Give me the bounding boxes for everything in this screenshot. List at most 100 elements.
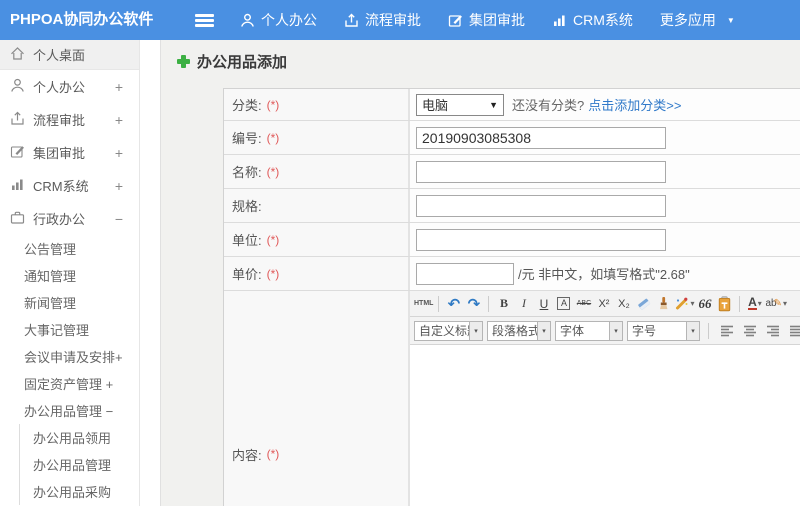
nav-item-crm[interactable]: CRM系统	[552, 10, 633, 30]
sidebar-item-crm[interactable]: CRM系统 +	[0, 169, 139, 202]
page-title: 办公用品添加	[177, 51, 287, 72]
sidebar-subitem-news[interactable]: 新闻管理	[0, 289, 139, 316]
paste-plain-text-button[interactable]	[715, 294, 734, 313]
edit-icon	[448, 13, 463, 28]
collapse-minus-icon[interactable]: −	[115, 211, 123, 227]
export-icon	[10, 111, 25, 129]
editor-content-area[interactable]	[410, 345, 800, 506]
html-source-button[interactable]: HTML	[414, 294, 433, 313]
sidebar-item-admin-office[interactable]: 行政办公 −	[0, 202, 139, 235]
nav-item-more-apps[interactable]: 更多应用 ▼	[660, 10, 735, 30]
content-label: 内容:	[232, 447, 262, 463]
align-right-button[interactable]	[763, 321, 782, 340]
strikethrough-button[interactable]: ABC	[574, 294, 593, 313]
rich-text-editor: HTML ↶ ↷ B I U A ABC X² X₂ ▾ 66 A ▾ ab ✎…	[410, 291, 800, 506]
sidebar-subitem-supplies-purchase[interactable]: 办公用品采购	[20, 478, 139, 505]
auto-typeset-button[interactable]: ▾	[674, 294, 694, 313]
required-mark: (*)	[266, 266, 280, 281]
navbar-menu: 个人办公 流程审批 集团审批 CRM系统 更多应用 ▼	[240, 0, 735, 40]
expand-plus-icon[interactable]: +	[115, 145, 123, 161]
spec-input[interactable]	[416, 194, 666, 217]
code-input[interactable]	[416, 126, 666, 149]
required-mark: (*)	[266, 97, 280, 112]
category-label: 分类:	[232, 98, 262, 113]
sidebar-subitem-supplies-claim[interactable]: 办公用品领用	[20, 424, 139, 451]
char-border-button[interactable]: A	[554, 294, 573, 313]
main-content: 办公用品添加 分类: (*) 电脑 ▼ 还没有分类? 点击添加分类>> 编号: …	[160, 40, 800, 506]
bar-chart-icon	[10, 177, 25, 195]
user-icon	[240, 13, 255, 28]
form-row-code: 编号: (*)	[224, 121, 800, 155]
caret-down-icon: ▾	[690, 299, 695, 308]
sidebar-item-personal-office[interactable]: 个人办公 +	[0, 70, 139, 103]
add-category-link[interactable]: 点击添加分类>>	[588, 95, 681, 114]
blockquote-button[interactable]: 66	[695, 294, 714, 313]
form-row-content: 内容: (*) HTML ↶ ↷ B I U A ABC X² X₂ ▾ 66 …	[224, 291, 800, 506]
align-justify-button[interactable]	[786, 321, 800, 340]
sidebar-subitem-announcement[interactable]: 公告管理	[0, 235, 139, 262]
sidebar-item-group-approval[interactable]: 集团审批 +	[0, 136, 139, 169]
bar-chart-icon	[552, 13, 567, 28]
nav-item-personal-office[interactable]: 个人办公	[240, 10, 317, 30]
caret-down-icon: ▾	[757, 299, 762, 308]
caret-down-icon: ▾	[538, 320, 551, 341]
bold-button[interactable]: B	[494, 294, 513, 313]
sidebar-subitem-memorabilia[interactable]: 大事记管理	[0, 316, 139, 343]
font-color-button[interactable]: A ▾	[745, 294, 764, 313]
home-icon	[10, 46, 25, 64]
align-left-button[interactable]	[717, 321, 736, 340]
custom-title-dropdown[interactable]: 自定义标题 ▾	[414, 320, 483, 341]
form-row-spec: 规格:	[224, 189, 800, 223]
sidebar-item-desktop[interactable]: 个人桌面	[0, 40, 139, 70]
format-brush-button[interactable]	[654, 294, 673, 313]
add-plus-icon	[177, 55, 190, 68]
price-input[interactable]	[416, 262, 514, 285]
italic-button[interactable]: I	[514, 294, 533, 313]
category-select[interactable]: 电脑 ▼	[416, 93, 504, 116]
form-row-unit: 单位: (*)	[224, 223, 800, 257]
expand-plus-icon[interactable]: +	[115, 178, 123, 194]
sidebar-subitem-notice[interactable]: 通知管理	[0, 262, 139, 289]
nav-item-group-approval[interactable]: 集团审批	[448, 10, 525, 30]
editor-toolbar-row2: 自定义标题 ▾ 段落格式 ▾ 字体 ▾ 字号 ▾	[410, 317, 800, 345]
undo-button[interactable]: ↶	[444, 294, 463, 313]
remove-format-eraser-button[interactable]	[634, 294, 653, 313]
font-size-dropdown[interactable]: 字号 ▾	[627, 320, 700, 341]
export-icon	[344, 13, 359, 28]
highlight-color-button[interactable]: ab ✎ ▾	[765, 294, 787, 313]
required-mark: (*)	[266, 164, 280, 179]
required-mark: (*)	[266, 130, 280, 145]
user-icon	[10, 78, 25, 96]
briefcase-icon	[10, 210, 25, 228]
name-input[interactable]	[416, 160, 666, 183]
top-navbar: PHPOA协同办公软件 个人办公 流程审批 集团审批 CRM系统 更多应用 ▼	[0, 0, 800, 40]
unit-input[interactable]	[416, 228, 666, 251]
underline-button[interactable]: U	[534, 294, 553, 313]
expand-plus-icon[interactable]: +	[115, 79, 123, 95]
sidebar: 个人桌面 个人办公 + 流程审批 + 集团审批 + CRM系统 + 行政办公 −	[0, 40, 160, 506]
edit-icon	[10, 144, 25, 162]
expand-plus-icon[interactable]: +	[115, 112, 123, 128]
sidebar-subitem-fixed-assets[interactable]: 固定资产管理 +	[0, 370, 139, 397]
sidebar-item-workflow-approval[interactable]: 流程审批 +	[0, 103, 139, 136]
name-label: 名称:	[232, 165, 262, 180]
align-center-button[interactable]	[740, 321, 759, 340]
redo-button[interactable]: ↷	[464, 294, 483, 313]
paragraph-format-dropdown[interactable]: 段落格式 ▾	[487, 320, 551, 341]
caret-down-icon: ▾	[610, 320, 623, 341]
code-label: 编号:	[232, 131, 262, 146]
subscript-button[interactable]: X₂	[614, 294, 633, 313]
unit-label: 单位:	[232, 233, 262, 248]
editor-toolbar-row1: HTML ↶ ↷ B I U A ABC X² X₂ ▾ 66 A ▾ ab ✎…	[410, 291, 800, 317]
sidebar-subitem-office-supplies[interactable]: 办公用品管理 −	[0, 397, 139, 424]
caret-down-icon: ▾	[470, 320, 483, 341]
hamburger-menu-icon[interactable]	[195, 14, 214, 17]
caret-down-icon: ▾	[687, 320, 700, 341]
superscript-button[interactable]: X²	[594, 294, 613, 313]
sidebar-subitem-meeting[interactable]: 会议申请及安排+	[0, 343, 139, 370]
spec-label: 规格:	[232, 199, 262, 214]
nav-item-workflow-approval[interactable]: 流程审批	[344, 10, 421, 30]
font-family-dropdown[interactable]: 字体 ▾	[555, 320, 623, 341]
form-row-price: 单价: (*) /元 非中文，如填写格式"2.68"	[224, 257, 800, 291]
sidebar-subitem-supplies-manage[interactable]: 办公用品管理	[20, 451, 139, 478]
